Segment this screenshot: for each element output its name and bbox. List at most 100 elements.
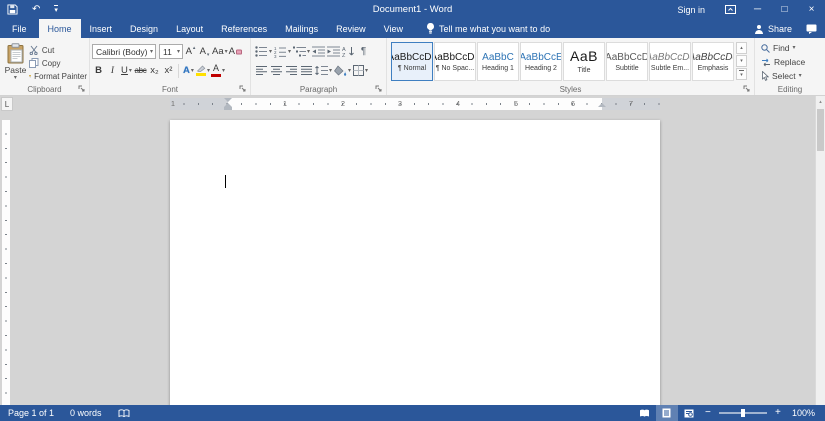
horizontal-ruler[interactable]: 1 1 2 3 4 5 6 7 (170, 98, 660, 110)
subscript-button[interactable]: x₂ (148, 63, 161, 79)
justify-button[interactable] (300, 63, 313, 79)
minimize-button[interactable]: ─ (744, 0, 771, 19)
font-name-combo[interactable]: Calibri (Body) ▾ (92, 44, 156, 59)
close-button[interactable]: × (798, 0, 825, 19)
change-case-button[interactable]: Aa▾ (212, 44, 228, 60)
tab-view[interactable]: View (375, 19, 412, 38)
read-mode-button[interactable] (634, 405, 656, 421)
format-painter-button[interactable]: Format Painter (29, 70, 87, 82)
bold-button[interactable]: B (92, 63, 105, 79)
styles-scroll-down-button[interactable]: ▾ (736, 55, 747, 67)
style-no-spacing[interactable]: AaBbCcDc ¶ No Spac... (434, 42, 476, 81)
share-button[interactable]: Share (745, 19, 801, 38)
shrink-font-button[interactable]: A▾ (198, 44, 211, 60)
vertical-ruler[interactable] (2, 120, 10, 405)
vertical-scrollbar[interactable]: ▴ (815, 96, 825, 405)
chevron-down-icon: ▾ (365, 68, 368, 74)
cut-icon (29, 45, 39, 55)
tab-mailings[interactable]: Mailings (276, 19, 327, 38)
zoom-slider-thumb[interactable] (741, 409, 745, 417)
document-page[interactable] (170, 120, 660, 405)
style-emphasis[interactable]: AaBbCcDc Emphasis (692, 42, 734, 81)
style-title[interactable]: AaB Title (563, 42, 605, 81)
arrow-up-icon: ▴ (193, 46, 196, 51)
first-line-indent-marker[interactable] (224, 98, 232, 102)
share-icon (754, 24, 764, 34)
style-heading-2[interactable]: AaBbCcE Heading 2 (520, 42, 562, 81)
tab-review[interactable]: Review (327, 19, 375, 38)
web-layout-icon (684, 409, 694, 418)
superscript-button[interactable]: x² (162, 63, 175, 79)
chevron-down-icon: ▾ (799, 73, 802, 79)
tell-me-box[interactable]: Tell me what you want to do (418, 19, 558, 38)
zoom-in-button[interactable]: + (770, 405, 786, 421)
scroll-up-button[interactable]: ▴ (816, 96, 825, 107)
tab-references[interactable]: References (212, 19, 276, 38)
grow-font-button[interactable]: A▴ (184, 44, 197, 60)
feedback-button[interactable] (801, 19, 825, 38)
customize-quick-access-button[interactable]: ▾ (47, 0, 65, 19)
clear-formatting-button[interactable]: A (229, 44, 242, 60)
zoom-out-button[interactable]: − (700, 405, 716, 421)
increase-indent-button[interactable] (327, 44, 340, 60)
tab-file[interactable]: File (0, 19, 39, 38)
zoom-slider[interactable] (719, 412, 767, 414)
replace-button[interactable]: Replace (761, 56, 823, 68)
numbering-digit: 3 (274, 54, 277, 58)
borders-button[interactable]: ▾ (353, 63, 368, 79)
highlighter-icon (196, 65, 206, 72)
word-count-indicator[interactable]: 0 words (62, 405, 110, 421)
styles-scroll-up-button[interactable]: ▴ (736, 42, 747, 54)
tab-design[interactable]: Design (121, 19, 167, 38)
align-right-button[interactable] (285, 63, 298, 79)
font-color-bar (211, 74, 221, 77)
italic-button[interactable]: I (106, 63, 119, 79)
pilcrow-icon: ¶ (361, 46, 366, 57)
shading-button[interactable]: ▾ (334, 63, 351, 79)
style-heading-1[interactable]: AaBbC Heading 1 (477, 42, 519, 81)
align-center-button[interactable] (270, 63, 283, 79)
sign-in-button[interactable]: Sign in (665, 5, 717, 15)
decrease-indent-button[interactable] (312, 44, 325, 60)
print-layout-button[interactable] (656, 405, 678, 421)
text-highlight-color-button[interactable]: ▾ (196, 63, 210, 79)
tab-stop-selector[interactable]: L (1, 97, 13, 111)
cut-button[interactable]: Cut (29, 44, 87, 56)
page-number-indicator[interactable]: Page 1 of 1 (0, 405, 62, 421)
align-left-button[interactable] (255, 63, 268, 79)
tab-layout[interactable]: Layout (167, 19, 212, 38)
numbering-button[interactable]: 123 ▾ (274, 44, 291, 60)
tab-home[interactable]: Home (39, 19, 81, 38)
font-color-button[interactable]: A ▾ (211, 63, 225, 79)
proofing-status-button[interactable] (110, 405, 138, 421)
style-subtitle[interactable]: AaBbCcD Subtitle (606, 42, 648, 81)
select-button[interactable]: Select ▾ (761, 70, 823, 82)
styles-gallery-more-button[interactable]: ▾ (736, 68, 747, 80)
paste-button[interactable]: Paste▾ (2, 42, 29, 82)
sort-button[interactable]: AZ (342, 44, 355, 60)
line-spacing-button[interactable]: ▾ (315, 63, 332, 79)
tab-insert[interactable]: Insert (81, 19, 122, 38)
style-subtle-emphasis[interactable]: AaBbCcDc Subtle Em... (649, 42, 691, 81)
find-button[interactable]: Find ▾ (761, 42, 823, 54)
copy-button[interactable]: Copy (29, 57, 87, 69)
font-size-combo[interactable]: 11 ▾ (159, 44, 183, 59)
scrollbar-thumb[interactable] (817, 109, 824, 151)
chevron-down-icon: ▾ (14, 75, 17, 81)
bullets-button[interactable]: ▾ (255, 44, 272, 60)
right-indent-marker[interactable] (598, 103, 606, 107)
maximize-button[interactable]: □ (771, 0, 798, 19)
chevron-down-icon: ▾ (329, 68, 332, 74)
strikethrough-button[interactable]: abc (134, 63, 147, 79)
show-hide-formatting-button[interactable]: ¶ (357, 44, 370, 60)
ribbon-display-options-button[interactable] (717, 0, 744, 19)
text-effects-button[interactable]: A▾ (182, 63, 195, 79)
zoom-level-indicator[interactable]: 100% (786, 408, 825, 418)
underline-button[interactable]: U▾ (120, 63, 133, 79)
web-layout-button[interactable] (678, 405, 700, 421)
undo-button[interactable]: ↶ (25, 0, 47, 19)
save-button[interactable] (0, 0, 25, 19)
style-normal[interactable]: AaBbCcDc ¶ Normal (391, 42, 433, 81)
left-indent-marker[interactable] (224, 107, 232, 110)
multilevel-list-button[interactable]: ▾ (293, 44, 310, 60)
